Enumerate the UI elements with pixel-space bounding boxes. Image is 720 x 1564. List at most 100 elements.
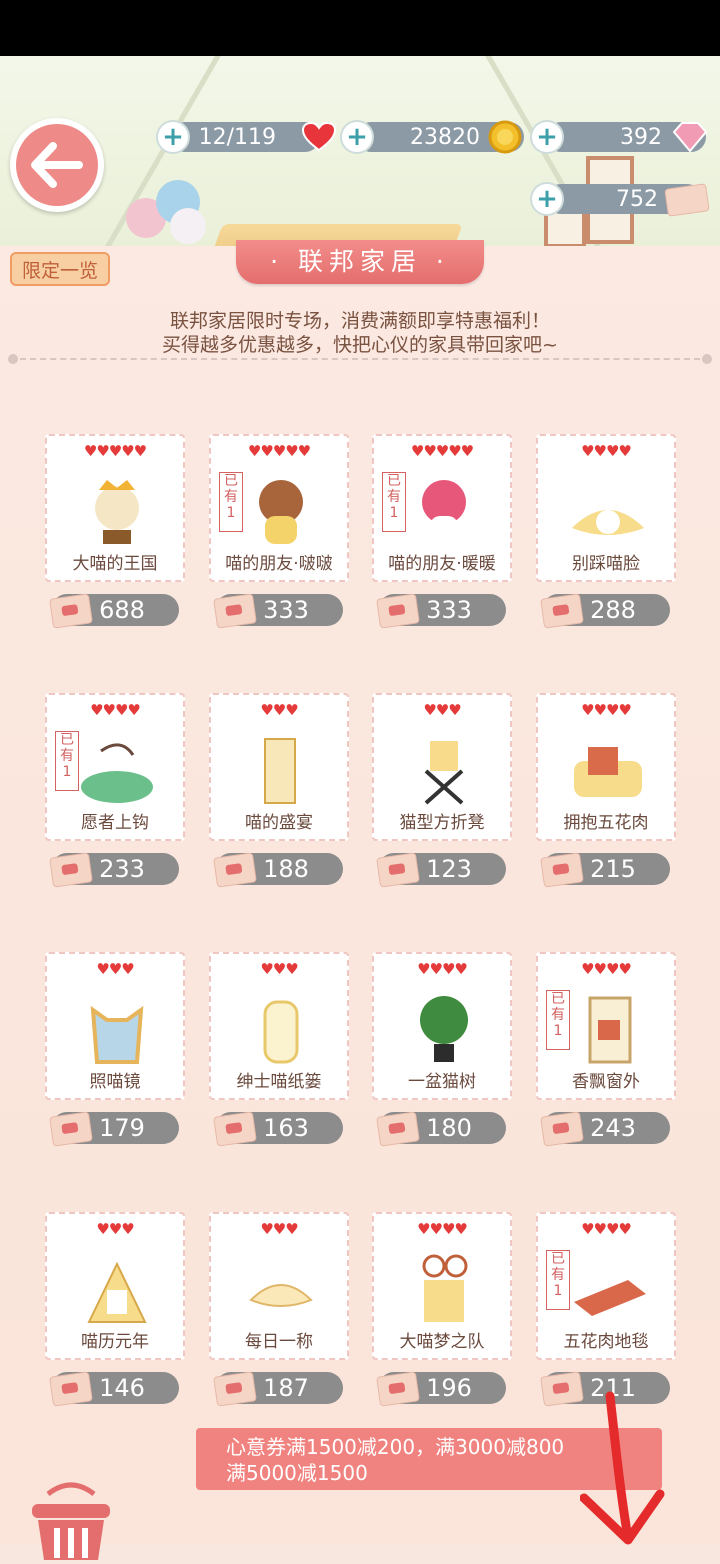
ticket-icon — [49, 593, 93, 629]
ticket-icon — [213, 1371, 257, 1407]
ticket-icon — [376, 1111, 420, 1147]
ticket-icon — [664, 183, 710, 217]
add-tickets-button[interactable]: + — [530, 182, 564, 216]
ticket-icon — [213, 593, 257, 629]
add-gems-button[interactable]: + — [530, 120, 564, 154]
item-card[interactable]: ♥♥♥ 喵的盛宴 — [209, 693, 349, 841]
item-card[interactable]: ♥♥♥♥ 别踩喵脸 — [536, 434, 676, 582]
ticket-icon — [376, 852, 420, 888]
item-name: 照喵镜 — [89, 1072, 141, 1092]
gem-icon — [670, 120, 710, 158]
item-rating-hearts: ♥♥♥♥ — [417, 1220, 468, 1238]
item-name: 喵的朋友·啵啵 — [225, 554, 333, 574]
item-rating-hearts: ♥♥♥ — [260, 1220, 298, 1238]
item-name: 猫型方折凳 — [399, 813, 485, 833]
gems-value: 392 — [620, 124, 662, 150]
item-rating-hearts: ♥♥♥♥ — [581, 960, 632, 978]
item-rating-hearts: ♥♥♥ — [96, 960, 134, 978]
item-card[interactable]: ♥♥♥ 喵历元年 — [45, 1212, 185, 1360]
item-image — [259, 480, 303, 544]
item-name: 喵的盛宴 — [245, 813, 313, 833]
item-card[interactable]: ♥♥♥ 猫型方折凳 — [372, 693, 512, 841]
ticket-icon — [49, 1111, 93, 1147]
status-bar — [0, 0, 720, 56]
item-image — [95, 480, 139, 544]
item-rating-hearts: ♥♥♥ — [423, 701, 461, 719]
item-name: 五花肉地毯 — [563, 1332, 649, 1352]
item-name: 香飘窗外 — [572, 1072, 640, 1092]
ticket-icon — [49, 1371, 93, 1407]
coins-value: 23820 — [410, 124, 480, 150]
item-name: 愿者上钩 — [81, 813, 149, 833]
owned-badge: 已有 1 — [55, 731, 79, 791]
hearts-counter: 12/119 — [170, 122, 320, 152]
item-name: 绅士喵纸篓 — [236, 1072, 322, 1092]
owned-badge: 已有 1 — [546, 990, 570, 1050]
item-card[interactable]: ♥♥♥ 照喵镜 — [45, 952, 185, 1100]
item-image — [424, 741, 464, 805]
item-rating-hearts: ♥♥♥♥ — [581, 1220, 632, 1238]
page-title: · 联邦家居 · — [236, 240, 484, 284]
item-card[interactable]: ♥♥♥♥♥ 已有 1 喵的朋友·暖暖 — [372, 434, 512, 582]
item-rating-hearts: ♥♥♥♥ — [581, 701, 632, 719]
item-image — [263, 1000, 299, 1064]
item-image — [574, 747, 642, 797]
item-image — [574, 1280, 646, 1316]
ticket-icon — [376, 593, 420, 629]
owned-badge: 已有 1 — [546, 1250, 570, 1310]
ticket-icon — [540, 593, 584, 629]
ticket-icon — [540, 852, 584, 888]
item-card[interactable]: ♥♥♥♥ 大喵梦之队 — [372, 1212, 512, 1360]
item-name: 一盆猫树 — [408, 1072, 476, 1092]
ticket-icon — [376, 1371, 420, 1407]
item-card[interactable]: ♥♥♥♥ 一盆猫树 — [372, 952, 512, 1100]
shopping-basket-icon[interactable] — [18, 1480, 124, 1560]
divider — [10, 358, 710, 360]
item-image — [90, 1005, 144, 1064]
item-image — [588, 996, 632, 1064]
item-name: 喵历元年 — [81, 1332, 149, 1352]
item-rating-hearts: ♥♥♥ — [96, 1220, 134, 1238]
item-card[interactable]: ♥♥♥♥ 已有 1 香飘窗外 — [536, 952, 676, 1100]
ticket-icon — [213, 1111, 257, 1147]
item-image — [81, 743, 153, 803]
item-image — [87, 1261, 147, 1323]
item-name: 每日一称 — [245, 1332, 313, 1352]
coin-icon — [488, 120, 522, 158]
item-rating-hearts: ♥♥♥♥ — [417, 960, 468, 978]
item-card[interactable]: ♥♥♥♥♥ 已有 1 喵的朋友·啵啵 — [209, 434, 349, 582]
tickets-value: 752 — [616, 186, 658, 212]
item-image — [249, 1284, 313, 1307]
item-name: 别踩喵脸 — [572, 554, 640, 574]
item-name: 拥抱五花肉 — [563, 813, 649, 833]
item-rating-hearts: ♥♥♥♥ — [90, 701, 141, 719]
item-rating-hearts: ♥♥♥♥♥ — [247, 442, 311, 460]
ticket-icon — [213, 852, 257, 888]
flower-decoration — [170, 208, 206, 244]
owned-badge: 已有 1 — [382, 472, 406, 532]
ticket-icon — [540, 1371, 584, 1407]
item-card[interactable]: ♥♥♥♥ 拥抱五花肉 — [536, 693, 676, 841]
red-arrow-annotation — [579, 1390, 670, 1550]
item-image — [264, 738, 296, 804]
limited-list-tab[interactable]: 限定一览 — [10, 252, 110, 286]
item-card[interactable]: ♥♥♥ 绅士喵纸篓 — [209, 952, 349, 1100]
description-line-2: 买得越多优惠越多，快把心仪的家具带回家吧~ — [162, 334, 558, 356]
item-image — [422, 1254, 468, 1322]
hearts-value: 12/119 — [198, 124, 276, 150]
item-name: 大喵的王国 — [72, 554, 158, 574]
back-arrow-icon — [16, 124, 98, 206]
divider-dot — [702, 354, 712, 364]
ticket-icon — [540, 1111, 584, 1147]
divider-dot — [8, 354, 18, 364]
item-card[interactable]: ♥♥♥♥ 已有 1 五花肉地毯 — [536, 1212, 676, 1360]
item-card[interactable]: ♥♥♥♥ 已有 1 愿者上钩 — [45, 693, 185, 841]
item-name: 喵的朋友·暖暖 — [388, 554, 496, 574]
item-rating-hearts: ♥♥♥♥ — [581, 442, 632, 460]
add-hearts-button[interactable]: + — [156, 120, 190, 154]
item-rating-hearts: ♥♥♥♥♥ — [83, 442, 147, 460]
back-button[interactable] — [10, 118, 104, 212]
item-card[interactable]: ♥♥♥ 每日一称 — [209, 1212, 349, 1360]
item-card[interactable]: ♥♥♥♥♥ 大喵的王国 — [45, 434, 185, 582]
add-coins-button[interactable]: + — [340, 120, 374, 154]
